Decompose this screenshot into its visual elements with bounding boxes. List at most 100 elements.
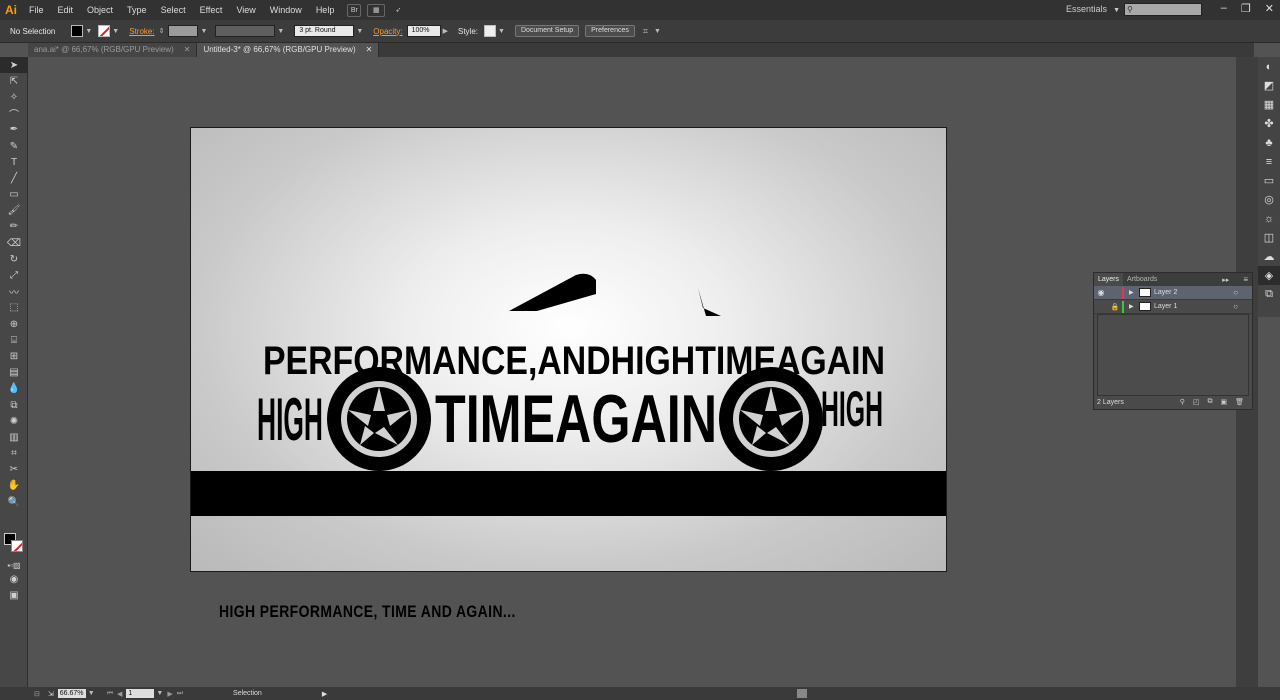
menu-type[interactable]: Type — [120, 0, 154, 20]
draw-mode-icon[interactable]: ◉ — [0, 571, 28, 587]
eraser-tool-icon[interactable]: ⌫ — [0, 235, 28, 251]
brush-definition-field[interactable]: 3 pt. Round — [294, 25, 355, 37]
arrange-documents-icon[interactable]: ▦ — [367, 3, 386, 17]
last-artboard-icon[interactable]: ⏭ — [177, 690, 183, 698]
opacity-field[interactable]: 100% — [406, 25, 441, 37]
layer-name[interactable]: Layer 1 — [1154, 303, 1177, 310]
perspective-grid-tool-icon[interactable]: ⌸ — [0, 332, 28, 348]
curvature-tool-icon[interactable]: ✎ — [0, 138, 28, 154]
gpu-rocket-icon[interactable]: ➶ — [391, 4, 405, 17]
free-transform-tool-icon[interactable]: ⬚ — [0, 300, 28, 316]
screen-mode-icon[interactable]: ▣ — [0, 587, 28, 603]
style-swatch[interactable] — [484, 25, 497, 37]
panel-menu-icon[interactable]: ≡ — [1243, 275, 1252, 284]
warp-tool-icon[interactable]: 〰 — [0, 284, 28, 300]
chevron-down-icon[interactable]: ▼ — [156, 690, 163, 697]
expand-triangle-icon[interactable]: ▶ — [1129, 303, 1139, 310]
cc-libraries-icon[interactable]: ☁ — [1258, 247, 1280, 266]
expand-triangle-icon[interactable]: ▶ — [1129, 289, 1139, 296]
rectangle-tool-icon[interactable]: ▭ — [0, 187, 28, 203]
collapse-icon[interactable]: ▸▸ — [1222, 276, 1243, 284]
artboard[interactable]: PERFORMANCE,ANDHIGHTIMEAGAIN HIGH TIMEAG… — [190, 127, 947, 572]
chevron-down-icon[interactable]: ▼ — [88, 690, 95, 697]
mesh-tool-icon[interactable]: ⊞ — [0, 348, 28, 364]
symbols-icon[interactable]: ♣ — [1258, 133, 1280, 152]
bridge-button[interactable]: Br — [347, 3, 362, 17]
restore-button[interactable]: ❐ — [1241, 2, 1251, 15]
chevron-down-icon[interactable]: ▼ — [85, 28, 92, 35]
blend-tool-icon[interactable]: ⧉ — [0, 397, 28, 413]
make-clipping-mask-icon[interactable]: ◰ — [1193, 398, 1200, 406]
close-icon[interactable]: ✕ — [184, 45, 191, 54]
visibility-eye-icon[interactable]: ◉ — [1094, 288, 1108, 297]
minimize-button[interactable]: – — [1221, 2, 1227, 15]
slice-tool-icon[interactable]: ✂ — [0, 462, 28, 478]
previous-artboard-icon[interactable]: ◀ — [117, 690, 122, 698]
status-tool-name[interactable]: Selection — [233, 690, 262, 697]
shape-builder-tool-icon[interactable]: ⊕ — [0, 316, 28, 332]
chevron-down-icon[interactable]: ▼ — [277, 28, 284, 35]
locate-object-icon[interactable]: ⚲ — [1180, 398, 1185, 406]
transparency-icon[interactable]: ◎ — [1258, 190, 1280, 209]
layer-row[interactable]: ◉ ▶ Layer 2 ○ — [1094, 286, 1252, 300]
rotate-tool-icon[interactable]: ↻ — [0, 251, 28, 267]
variable-width-profile[interactable] — [215, 25, 276, 37]
stroke-label[interactable]: Stroke: — [129, 27, 154, 36]
arrange-icon[interactable]: ⌗ — [643, 26, 648, 37]
chevron-down-icon[interactable]: ▼ — [356, 28, 363, 35]
menu-window[interactable]: Window — [263, 0, 309, 20]
brushes-icon[interactable]: ✤ — [1258, 114, 1280, 133]
artwork-caption[interactable]: HIGH PERFORMANCE, TIME AND AGAIN... — [219, 602, 516, 622]
status-menu-icon[interactable]: ▶ — [322, 690, 327, 698]
artboard-number-field[interactable]: 1 — [126, 689, 155, 698]
layer-row[interactable]: 🔒 ▶ Layer 1 ○ — [1094, 300, 1252, 314]
color-panel-icon[interactable]: ◐ — [1258, 57, 1280, 76]
chevron-down-icon[interactable]: ▼ — [200, 28, 207, 35]
swatches-icon[interactable]: ▦ — [1258, 95, 1280, 114]
selection-tool-icon[interactable]: ➤ — [0, 57, 28, 74]
symbol-sprayer-tool-icon[interactable]: ✺ — [0, 413, 28, 429]
chevron-down-icon[interactable]: ▼ — [498, 28, 505, 35]
menu-effect[interactable]: Effect — [193, 0, 230, 20]
delete-layer-icon[interactable]: 🗑 — [1235, 398, 1244, 406]
close-icon[interactable]: ✕ — [366, 45, 373, 54]
appearance-icon[interactable]: ☼ — [1258, 209, 1280, 228]
scale-tool-icon[interactable]: ⤢ — [0, 267, 28, 283]
lock-icon[interactable]: 🔒 — [1108, 303, 1122, 311]
layer-name[interactable]: Layer 2 — [1154, 289, 1177, 296]
menu-object[interactable]: Object — [80, 0, 120, 20]
artboard-tool-icon[interactable]: ⌗ — [0, 446, 28, 462]
pencil-tool-icon[interactable]: ✏ — [0, 219, 28, 235]
stroke-swatch[interactable] — [98, 25, 111, 37]
lasso-tool-icon[interactable]: ⌒ — [0, 106, 28, 122]
panel-menu-icon[interactable]: ▼ — [654, 28, 661, 35]
line-tool-icon[interactable]: ╱ — [0, 170, 28, 186]
type-tool-icon[interactable]: T — [0, 154, 28, 170]
chevron-right-icon[interactable]: ▶ — [443, 27, 448, 35]
tab-layers[interactable]: Layers — [1094, 273, 1124, 286]
tab-artboards[interactable]: Artboards — [1123, 273, 1161, 286]
menu-edit[interactable]: Edit — [51, 0, 81, 20]
workspace-switcher[interactable]: Essentials ▼ — [1066, 4, 1120, 14]
tab-ana-ai[interactable]: ana.ai* @ 66,67% (RGB/GPU Preview) ✕ — [28, 43, 198, 57]
new-layer-icon[interactable]: ▣ — [1220, 398, 1227, 406]
artboards-panel-icon[interactable]: ⧉ — [1258, 285, 1280, 304]
preferences-button[interactable]: Preferences — [585, 25, 635, 37]
menu-view[interactable]: View — [229, 0, 262, 20]
horizontal-scroll-thumb[interactable] — [797, 689, 807, 698]
stroke-weight-stepper-icon[interactable]: ⇕ — [159, 27, 165, 35]
artboard-nav-icon[interactable]: ⊟ — [34, 690, 40, 698]
menu-file[interactable]: File — [22, 0, 51, 20]
target-circle-icon[interactable]: ○ — [1233, 302, 1238, 311]
zoom-field[interactable]: 66.67% — [57, 689, 86, 698]
chevron-down-icon[interactable]: ▼ — [112, 28, 119, 35]
eyedropper-tool-icon[interactable]: 💧 — [0, 381, 28, 397]
stroke-color-icon[interactable] — [11, 540, 23, 552]
fill-stroke-widget[interactable] — [4, 533, 26, 555]
gradient-panel-icon[interactable]: ▭ — [1258, 171, 1280, 190]
pen-tool-icon[interactable]: ✒ — [0, 122, 28, 138]
close-button[interactable]: ✕ — [1265, 2, 1274, 15]
direct-selection-tool-icon[interactable]: ⇱ — [0, 73, 28, 89]
paintbrush-tool-icon[interactable]: 🖌 — [0, 203, 28, 219]
search-input[interactable]: ⚲ — [1124, 3, 1202, 16]
